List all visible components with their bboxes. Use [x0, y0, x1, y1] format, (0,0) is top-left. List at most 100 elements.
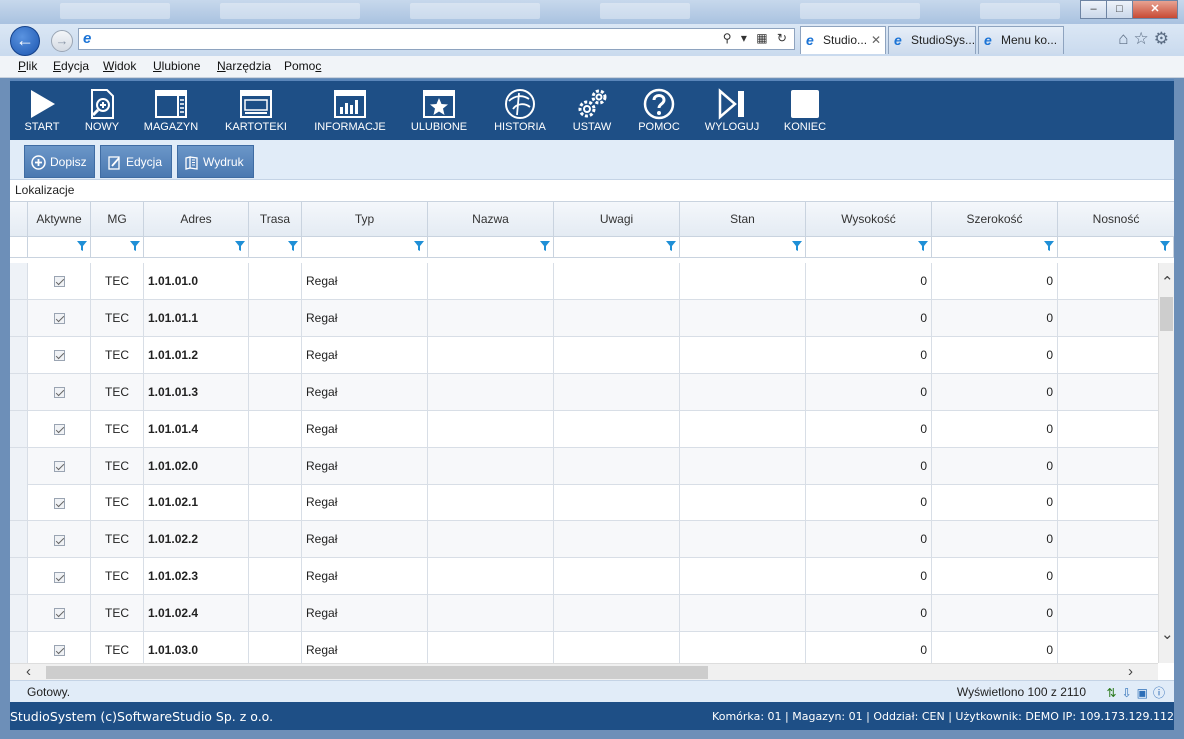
toolbar-koniec-button[interactable]: KONIEC — [778, 81, 832, 140]
table-row[interactable]: TEC 1.01.02.0 Regał 0 0 — [10, 447, 1158, 485]
table-row[interactable]: TEC 1.01.01.4 Regał 0 0 — [10, 410, 1158, 448]
filter-funnel-icon[interactable] — [414, 241, 424, 251]
scroll-up-icon[interactable]: ⌃ — [1161, 275, 1174, 291]
maximize-button[interactable]: □ — [1106, 0, 1133, 19]
column-header-adres[interactable]: Adres — [144, 202, 249, 238]
refresh-icon[interactable]: ⇅ — [1107, 686, 1122, 700]
column-header-szerokosc[interactable]: Szerokość — [932, 202, 1058, 238]
horizontal-scrollbar[interactable]: ‹ › — [10, 663, 1158, 680]
column-header-stan[interactable]: Stan — [680, 202, 806, 238]
column-header-nosnosc[interactable]: Nosność — [1058, 202, 1174, 238]
table-row[interactable]: TEC 1.01.01.3 Regał 0 0 — [10, 373, 1158, 411]
scroll-left-icon[interactable]: ‹ — [26, 664, 31, 680]
toolbar-historia-button[interactable]: HISTORIA — [486, 81, 554, 140]
menu-narzedzia[interactable]: Narzędzia — [217, 59, 271, 73]
row-indicator[interactable] — [10, 484, 28, 521]
filter-cell-typ[interactable] — [302, 237, 428, 257]
browser-tab-studiosystem[interactable]: e StudioSys... — [888, 26, 976, 54]
filter-funnel-icon[interactable] — [1160, 241, 1170, 251]
menu-edycja[interactable]: Edycja — [53, 59, 89, 73]
filter-funnel-icon[interactable] — [130, 241, 140, 251]
column-header-mg[interactable]: MG — [91, 202, 144, 238]
horizontal-scroll-thumb[interactable] — [46, 666, 708, 679]
column-header-trasa[interactable]: Trasa — [249, 202, 302, 238]
filter-cell-stan[interactable] — [680, 237, 806, 257]
vertical-scroll-thumb[interactable] — [1160, 297, 1173, 331]
column-header-aktywne[interactable]: Aktywne — [28, 202, 91, 238]
filter-funnel-icon[interactable] — [918, 241, 928, 251]
browser-tab-studio[interactable]: e Studio... ✕ — [800, 26, 886, 54]
filter-funnel-icon[interactable] — [77, 241, 87, 251]
address-actions-icon[interactable]: ⚲ ▾ ▦ ↻ — [723, 31, 790, 45]
dopisz-button[interactable]: Dopisz — [24, 145, 95, 178]
column-header-nazwa[interactable]: Nazwa — [428, 202, 554, 238]
scroll-right-icon[interactable]: › — [1128, 664, 1133, 680]
filter-funnel-icon[interactable] — [540, 241, 550, 251]
toolbar-ulubione-button[interactable]: ULUBIONE — [406, 81, 472, 140]
address-bar[interactable]: e ⚲ ▾ ▦ ↻ — [78, 28, 795, 50]
filter-funnel-icon[interactable] — [1044, 241, 1054, 251]
column-header-typ[interactable]: Typ — [302, 202, 428, 238]
row-indicator[interactable] — [10, 336, 28, 373]
row-indicator[interactable] — [10, 447, 28, 484]
edycja-button[interactable]: Edycja — [100, 145, 172, 178]
vertical-scrollbar[interactable]: ⌃ ⌄ — [1158, 263, 1174, 663]
row-indicator[interactable] — [10, 595, 28, 632]
filter-cell-mg[interactable] — [91, 237, 144, 257]
browser-tab-menu[interactable]: e Menu ko... — [978, 26, 1064, 54]
column-header-uwagi[interactable]: Uwagi — [554, 202, 680, 238]
toolbar-start-button[interactable]: START — [16, 81, 68, 140]
table-row[interactable]: TEC 1.01.01.2 Regał 0 0 — [10, 336, 1158, 374]
toolbar-wyloguj-button[interactable]: WYLOGUJ — [700, 81, 764, 140]
menu-plik[interactable]: Plik — [18, 59, 37, 73]
close-window-button[interactable]: ✕ — [1132, 0, 1178, 19]
table-row[interactable]: TEC 1.01.02.1 Regał 0 0 — [10, 484, 1158, 522]
toolbar-pomoc-button[interactable]: POMOC — [632, 81, 686, 140]
table-row[interactable]: TEC 1.01.03.0 Regał 0 0 — [10, 632, 1158, 663]
minimize-button[interactable]: – — [1080, 0, 1107, 19]
back-button[interactable]: ← — [10, 26, 40, 56]
row-indicator[interactable] — [10, 521, 28, 558]
forward-button[interactable]: → — [51, 30, 73, 52]
row-indicator[interactable] — [10, 373, 28, 410]
column-header-wysokosc[interactable]: Wysokość — [806, 202, 932, 238]
table-row[interactable]: TEC 1.01.02.2 Regał 0 0 — [10, 521, 1158, 559]
help-icon[interactable]: ⓘ — [1153, 686, 1170, 700]
filter-cell-nosnosc[interactable] — [1058, 237, 1174, 257]
toolbar-nowy-button[interactable]: NOWY — [76, 81, 128, 140]
favorites-star-icon[interactable]: ☆ — [1134, 29, 1154, 48]
filter-cell-wysokosc[interactable] — [806, 237, 932, 257]
wydruk-button[interactable]: Wydruk — [177, 145, 254, 178]
filter-funnel-icon[interactable] — [792, 241, 802, 251]
export-icon[interactable]: ⇩ — [1122, 686, 1137, 700]
filter-cell-aktywne[interactable] — [28, 237, 91, 257]
menu-ulubione[interactable]: Ulubione — [153, 59, 200, 73]
screen-icon[interactable]: ▣ — [1137, 686, 1153, 700]
toolbar-ustaw-button[interactable]: USTAW — [566, 81, 618, 140]
row-indicator[interactable] — [10, 410, 28, 447]
row-indicator[interactable] — [10, 263, 28, 299]
table-row[interactable]: TEC 1.01.02.4 Regał 0 0 — [10, 595, 1158, 633]
toolbar-informacje-button[interactable]: INFORMACJE — [310, 81, 390, 140]
table-row[interactable]: TEC 1.01.01.0 Regał 0 0 — [10, 263, 1158, 300]
table-row[interactable]: TEC 1.01.01.1 Regał 0 0 — [10, 299, 1158, 337]
menu-widok[interactable]: Widok — [103, 59, 136, 73]
table-row[interactable]: TEC 1.01.02.3 Regał 0 0 — [10, 558, 1158, 596]
row-indicator[interactable] — [10, 558, 28, 595]
row-indicator[interactable] — [10, 299, 28, 336]
scroll-down-icon[interactable]: ⌄ — [1161, 627, 1174, 643]
toolbar-kartoteki-button[interactable]: KARTOTEKI — [216, 81, 296, 140]
home-icon[interactable]: ⌂ — [1118, 29, 1133, 48]
filter-cell-trasa[interactable] — [249, 237, 302, 257]
filter-cell-nazwa[interactable] — [428, 237, 554, 257]
row-indicator[interactable] — [10, 632, 28, 663]
tab-close-icon[interactable]: ✕ — [871, 27, 881, 53]
filter-cell-uwagi[interactable] — [554, 237, 680, 257]
filter-cell-szerokosc[interactable] — [932, 237, 1058, 257]
filter-funnel-icon[interactable] — [288, 241, 298, 251]
toolbar-magazyn-button[interactable]: MAGAZYN — [138, 81, 204, 140]
gear-icon[interactable]: ⚙ — [1154, 29, 1174, 48]
menu-pomoc[interactable]: Pomoc — [284, 59, 321, 73]
filter-funnel-icon[interactable] — [666, 241, 676, 251]
filter-cell-adres[interactable] — [144, 237, 249, 257]
